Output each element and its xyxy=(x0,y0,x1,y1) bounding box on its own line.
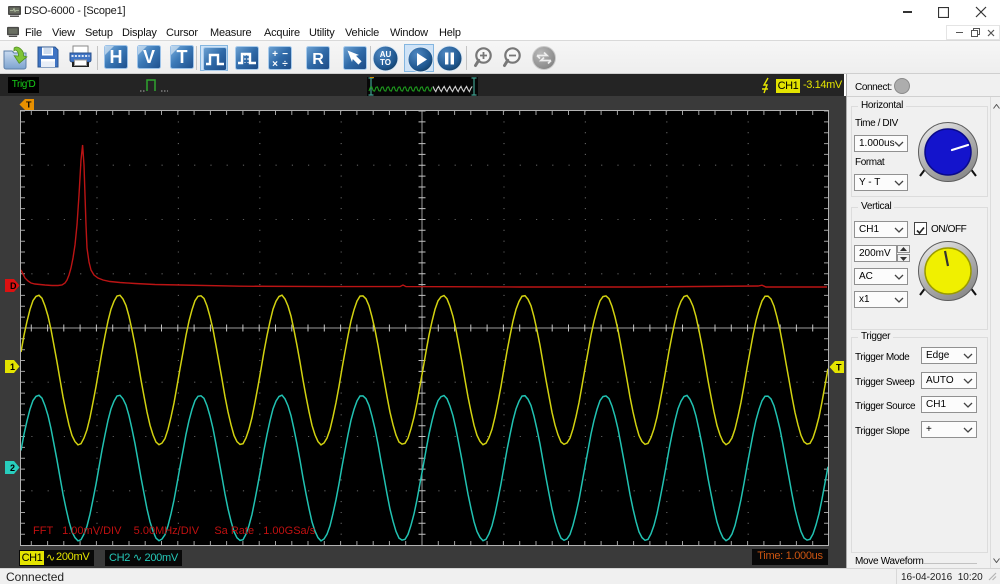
svg-text:D: D xyxy=(10,281,17,291)
svg-text:×: × xyxy=(272,59,278,70)
svg-text:TO: TO xyxy=(380,58,391,67)
svg-text:T: T xyxy=(836,363,842,373)
svg-text:÷: ÷ xyxy=(282,59,288,70)
svg-text:H: H xyxy=(110,47,123,67)
svg-text:V: V xyxy=(143,47,155,67)
svg-text:T: T xyxy=(26,100,32,110)
svg-text:2: 2 xyxy=(10,463,15,473)
svg-text:T: T xyxy=(177,47,188,67)
svg-text:R: R xyxy=(312,51,324,68)
svg-text:1: 1 xyxy=(10,362,15,372)
